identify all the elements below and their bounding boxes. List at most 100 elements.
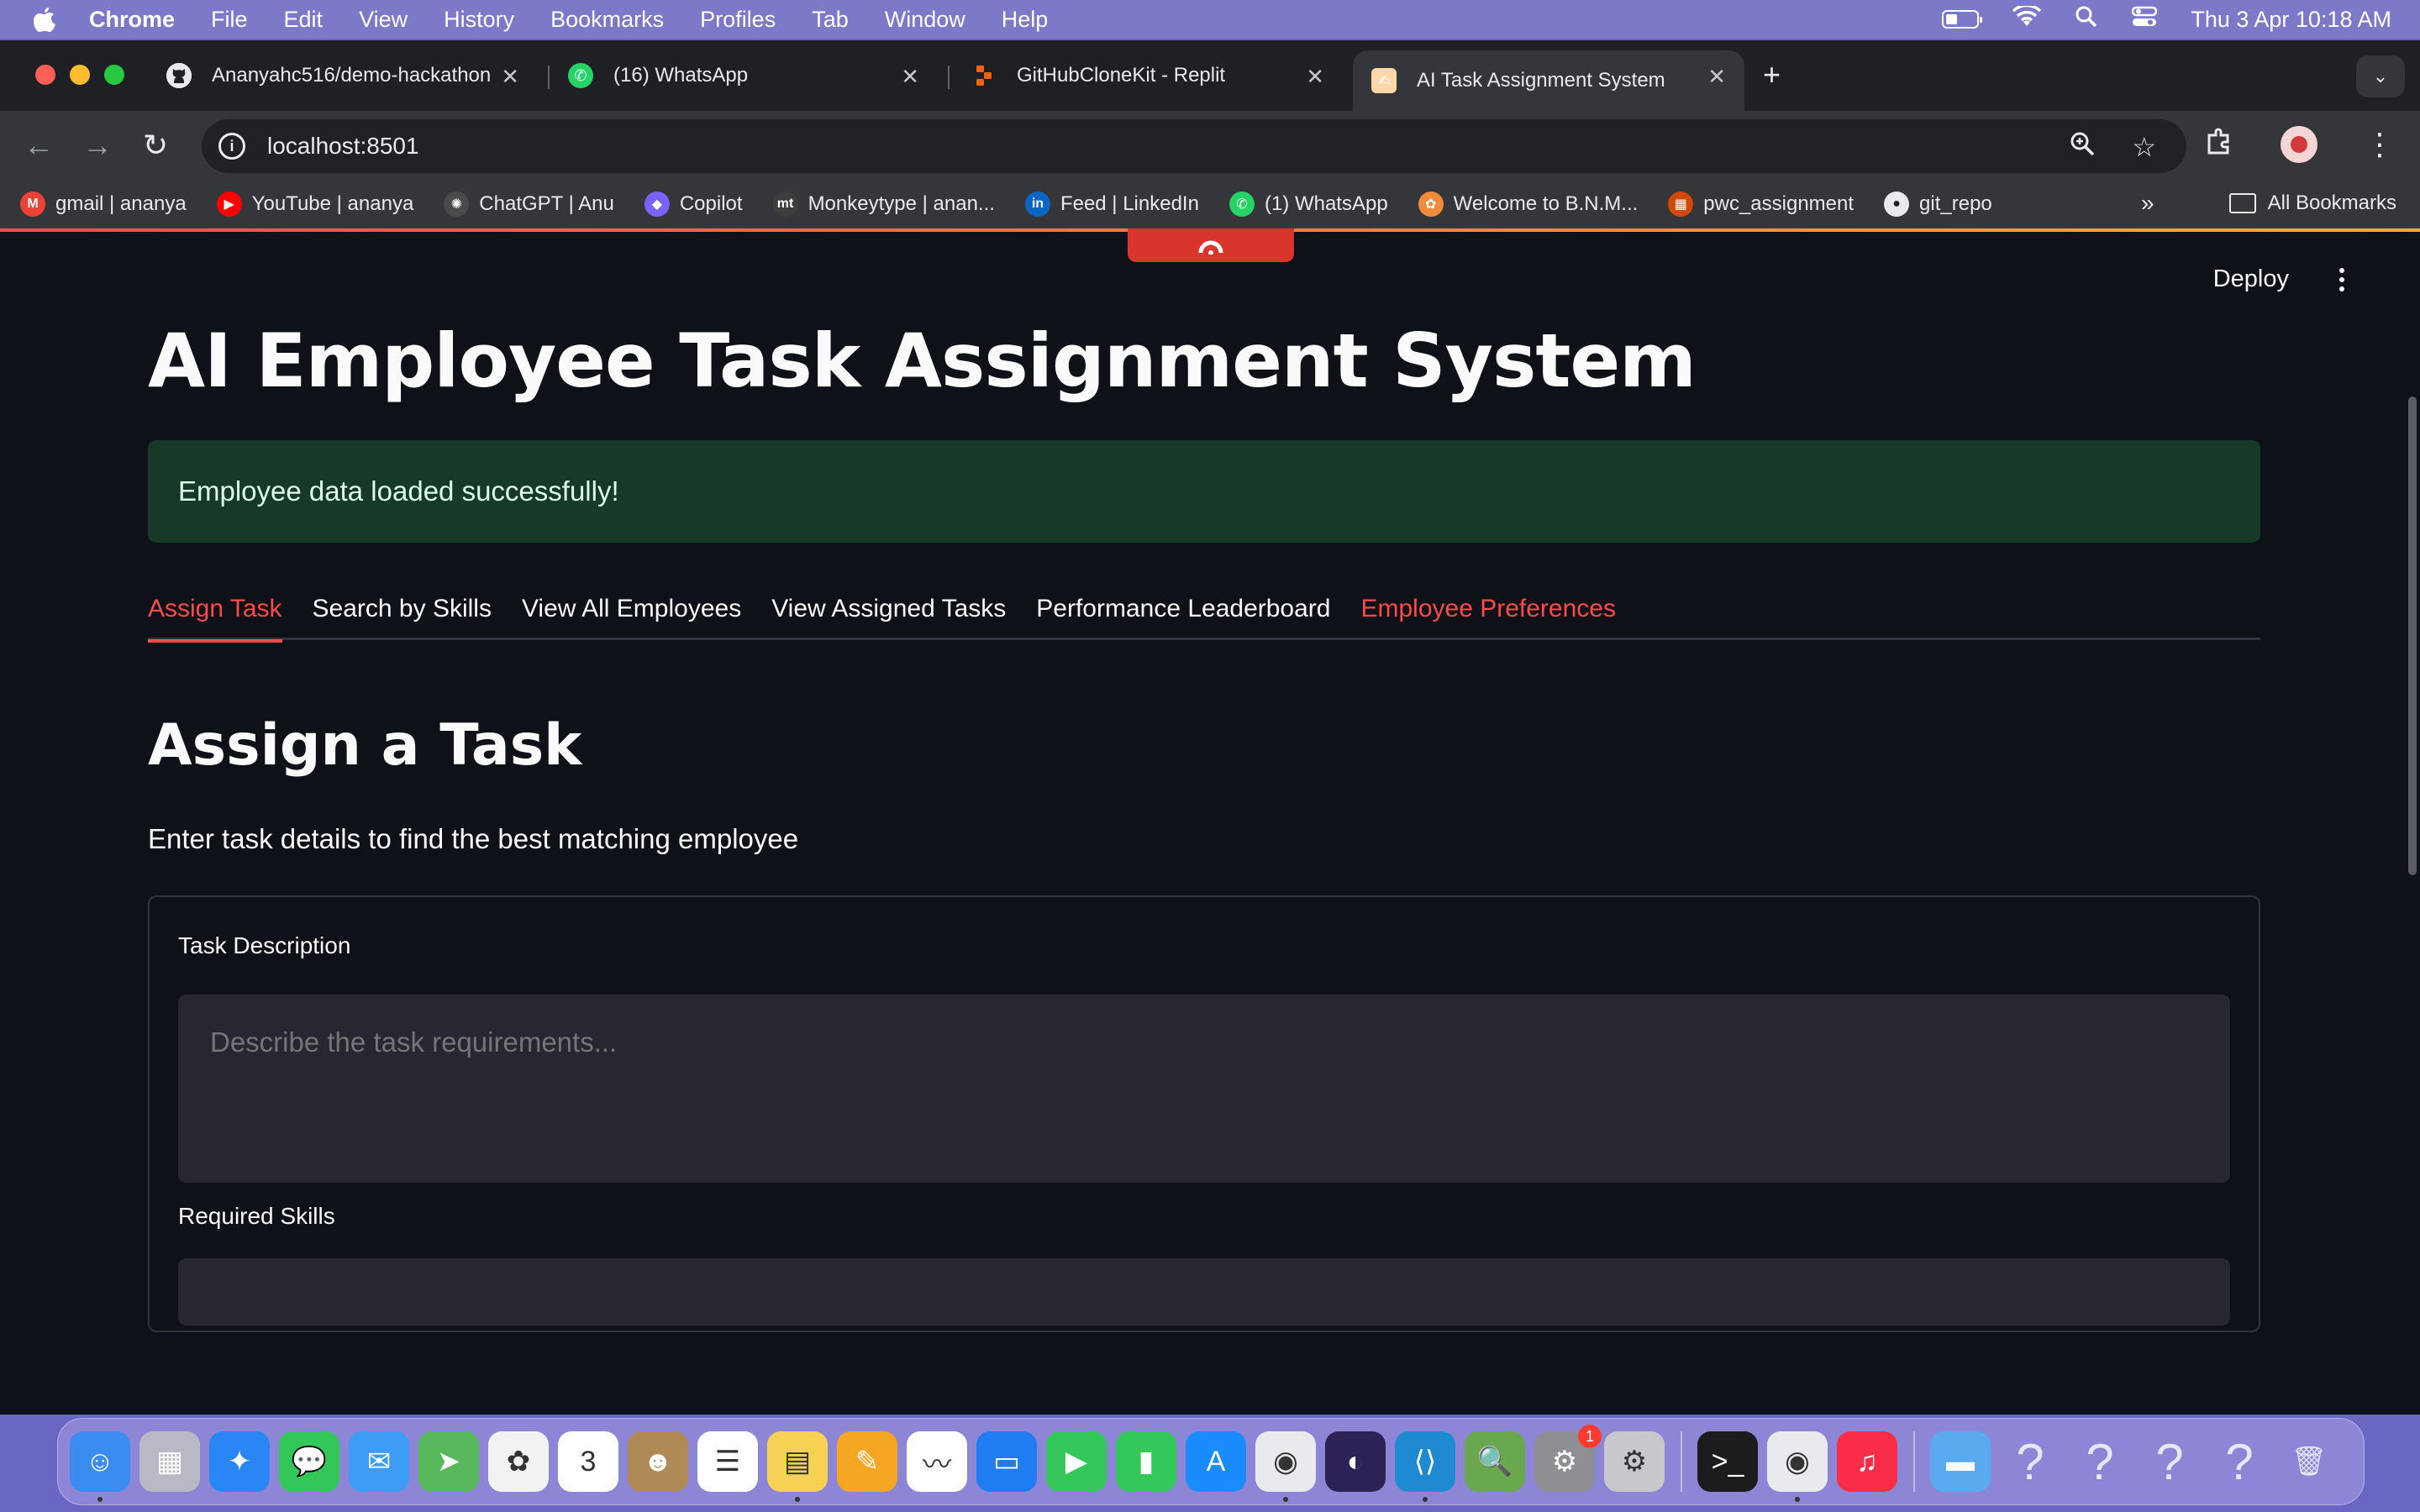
close-tab-icon[interactable]: ✕ [1707,64,1726,90]
browser-tab-whatsapp[interactable]: ✆ (16) WhatsApp ✕ [550,50,938,101]
preview-icon[interactable]: 🔍 [1465,1431,1525,1492]
mail-icon[interactable]: ✉ [349,1431,409,1492]
address-bar[interactable]: i localhost:8501 ☆ [202,119,2186,173]
close-window-button[interactable] [35,65,55,85]
unknown-app-icon[interactable]: ? [2139,1431,2200,1492]
linkedin-icon: in [1024,191,1050,217]
bookmark-star-icon[interactable]: ☆ [2132,131,2156,163]
site-info-icon[interactable]: i [218,133,245,160]
main-menu-icon[interactable] [2339,267,2344,291]
dock-separator [1913,1431,1915,1492]
bookmark-item[interactable]: ▶ YouTube | ananya [216,191,413,217]
close-tab-icon[interactable]: ✕ [901,64,919,90]
menu-edit[interactable]: Edit [284,7,324,33]
bookmark-item[interactable]: ✿ Welcome to B.N.M... [1418,191,1638,217]
chrome-icon[interactable]: ◉ [1255,1431,1316,1502]
reminders-icon[interactable]: ☰ [697,1431,758,1492]
tab-performance-leaderboard[interactable]: Performance Leaderboard [1036,590,1330,640]
browser-tab-replit[interactable]: GitHubCloneKit - Replit ✕ [953,50,1343,101]
battery-icon[interactable] [1942,10,1983,29]
zoom-window-button[interactable] [104,65,124,85]
zoom-icon[interactable] [2070,131,2095,163]
control-center-icon[interactable] [2132,6,2158,34]
extensions-icon[interactable] [2205,127,2233,162]
forward-icon[interactable]: → [82,128,113,163]
bookmark-item[interactable]: ▦ pwc_assignment [1668,191,1854,217]
task-description-input[interactable] [178,995,2230,1183]
pages-icon[interactable]: ✎ [837,1431,897,1492]
app-store-icon[interactable]: A [1186,1431,1246,1492]
minimize-window-button[interactable] [70,65,90,85]
menu-tab[interactable]: Tab [812,7,849,33]
unknown-app-icon[interactable]: ? [2209,1431,2270,1492]
notes-icon[interactable]: ▤ [767,1431,828,1502]
bookmark-item[interactable]: Mgmail | ananya [20,191,187,217]
freeform-icon[interactable]: 〰 [907,1431,967,1492]
bookmark-item[interactable]: ● git_repo [1884,191,1992,217]
bookmark-item[interactable]: in Feed | LinkedIn [1024,191,1199,217]
tab-title: Ananyahc516/demo-hackathon [212,64,492,87]
unknown-app-icon[interactable]: ? [2070,1431,2130,1492]
eclipse-icon[interactable]: ◐ [1325,1431,1386,1492]
contacts-icon[interactable]: ☻ [628,1431,688,1492]
menu-clock[interactable]: Thu 3 Apr 10:18 AM [2191,7,2391,33]
spotlight-search-icon[interactable] [2075,5,2098,34]
terminal-icon[interactable]: >_ [1697,1431,1758,1492]
reload-icon[interactable]: ↻ [143,128,168,163]
browser-tab-active[interactable]: ✍ AI Task Assignment System ✕ [1353,50,1744,111]
new-tab-icon[interactable]: + [1763,57,1781,92]
trash-icon[interactable]: 🗑 [2279,1431,2339,1492]
apple-menu-icon[interactable] [0,6,89,33]
photos-icon[interactable]: ✿ [488,1431,549,1492]
close-tab-icon[interactable]: ✕ [501,64,519,90]
menu-app-name[interactable]: Chrome [89,7,175,33]
settings-icon[interactable]: ⚙ [1604,1431,1665,1492]
browser-tab-github[interactable]: Ananyahc516/demo-hackathon ✕ [148,50,538,101]
facetime-icon[interactable]: ▶ [1046,1431,1107,1492]
more-bookmarks-icon[interactable]: » [2141,190,2154,217]
vscode-icon[interactable]: ⟨⟩ [1395,1431,1455,1502]
bookmark-item[interactable]: ◆ Copilot [644,191,743,217]
launchpad-icon[interactable]: ▦ [139,1431,200,1492]
keynote-icon[interactable]: ▭ [976,1431,1037,1492]
bookmark-item[interactable]: ✺ ChatGPT | Anu [444,191,614,217]
profile-avatar[interactable] [2281,126,2317,163]
calendar-icon[interactable]: 3 [558,1431,618,1492]
tab-assign-task[interactable]: Assign Task [148,590,282,643]
music-icon[interactable]: ♫ [1837,1431,1897,1492]
maps-icon[interactable]: ➤ [418,1431,479,1492]
finder-icon[interactable]: ☺ [70,1431,130,1502]
menu-file[interactable]: File [211,7,248,33]
messages-icon[interactable]: 💬 [279,1431,339,1492]
tab-view-assigned-tasks[interactable]: View Assigned Tasks [771,590,1006,640]
menu-profiles[interactable]: Profiles [700,7,776,33]
browser-toolbar: ← → ↻ i localhost:8501 ☆ ⋮ [0,111,2420,180]
status-indicator[interactable] [1128,228,1294,262]
all-bookmarks-button[interactable]: All Bookmarks [2228,192,2396,215]
address-text[interactable]: localhost:8501 [267,133,419,160]
menu-bookmarks[interactable]: Bookmarks [550,7,664,33]
back-icon[interactable]: ← [24,128,54,163]
folder-icon[interactable]: ▬ [1930,1431,1991,1492]
bookmark-item[interactable]: mt Monkeytype | anan... [772,191,995,217]
unknown-app-icon[interactable]: ? [2000,1431,2060,1492]
numbers-icon[interactable]: ▮ [1116,1431,1176,1492]
menu-view[interactable]: View [359,7,408,33]
required-skills-input[interactable] [178,1258,2230,1326]
page-scrollbar[interactable] [2408,396,2417,875]
close-tab-icon[interactable]: ✕ [1306,64,1324,90]
menu-history[interactable]: History [444,7,514,33]
chrome-menu-icon[interactable]: ⋮ [2365,127,2395,162]
chrome-icon[interactable]: ◉ [1767,1431,1828,1502]
system-settings-icon[interactable]: ⚙ 1 [1534,1425,1602,1492]
deploy-button[interactable]: Deploy [2213,265,2289,293]
bookmark-item[interactable]: ✆ (1) WhatsApp [1228,191,1388,217]
tab-search-by-skills[interactable]: Search by Skills [313,590,492,640]
wifi-icon[interactable] [2012,3,2042,34]
tab-employee-preferences[interactable]: Employee Preferences [1360,590,1616,640]
tab-view-all-employees[interactable]: View All Employees [522,590,741,640]
tab-search-icon[interactable]: ⌄ [2356,55,2405,97]
menu-window[interactable]: Window [885,7,965,33]
menu-help[interactable]: Help [1002,7,1049,33]
safari-icon[interactable]: ✦ [209,1431,270,1492]
